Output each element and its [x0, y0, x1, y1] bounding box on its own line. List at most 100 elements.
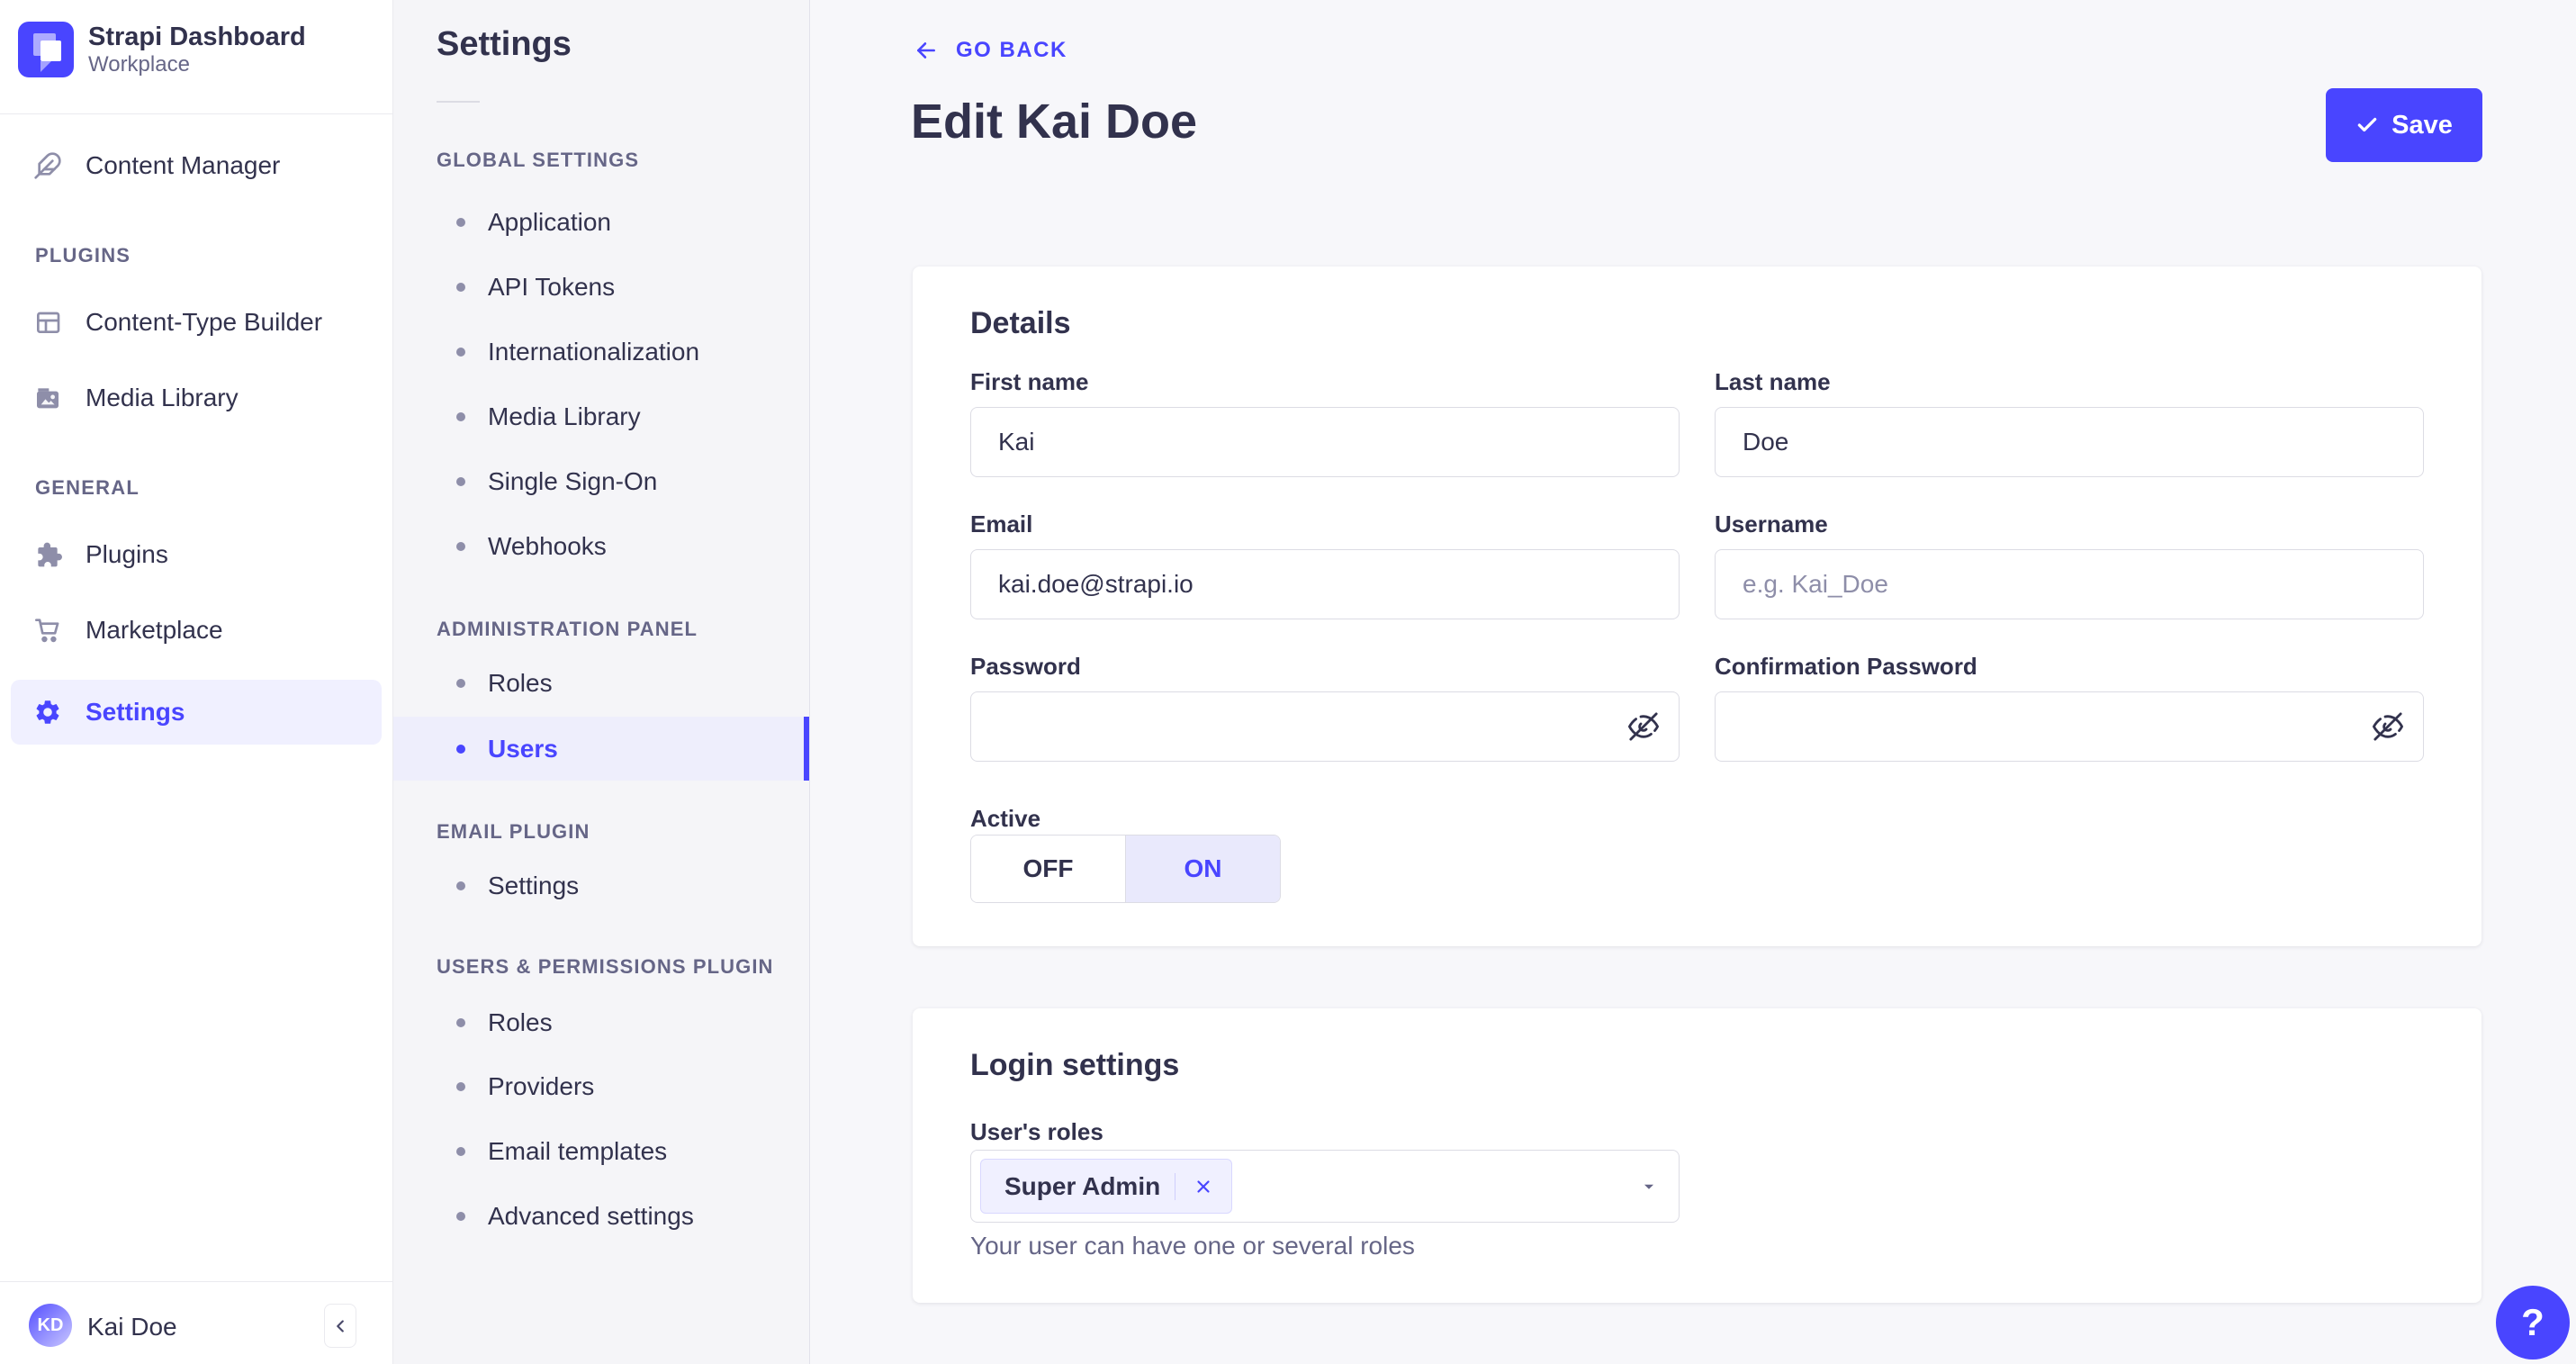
help-button[interactable]: ?	[2496, 1286, 2570, 1359]
bullet-icon	[456, 1018, 465, 1027]
eye-off-icon	[2373, 712, 2403, 741]
subnav-item-admin-users[interactable]: Users	[393, 717, 809, 781]
subnav-section-email-plugin: EMAIL PLUGIN	[437, 820, 590, 843]
subnav-item-providers[interactable]: Providers	[393, 1061, 809, 1112]
subnav-item-advanced-settings[interactable]: Advanced settings	[393, 1191, 809, 1242]
last-name-label: Last name	[1715, 368, 1831, 395]
check-icon	[2357, 117, 2377, 132]
arrow-left-icon	[917, 42, 935, 59]
sidebar-item-label: Content Manager	[86, 151, 281, 179]
role-tag-super-admin: Super Admin	[980, 1159, 1233, 1214]
subnav-section-global-settings: GLOBAL SETTINGS	[437, 149, 640, 171]
user-roles-label: User's roles	[970, 1118, 1103, 1145]
sidebar-item-content-type-builder[interactable]: Content-Type Builder	[11, 294, 382, 351]
cart-icon	[35, 619, 59, 643]
toggle-password-visibility-button[interactable]	[1624, 707, 1663, 746]
bullet-icon	[456, 1082, 465, 1091]
app-title: Strapi Dashboard	[88, 23, 306, 51]
workspace-name: Workplace	[88, 52, 190, 77]
save-label: Save	[2391, 110, 2453, 140]
user-name: Kai Doe	[87, 1313, 177, 1341]
page-title: Edit Kai Doe	[911, 95, 1198, 149]
sidebar-item-media-library[interactable]: Media Library	[11, 369, 382, 427]
sidebar-section-plugins: PLUGINS	[35, 244, 131, 266]
avatar[interactable]: KD	[29, 1304, 72, 1347]
sidebar-item-label: Media Library	[86, 384, 239, 411]
first-name-label: First name	[970, 368, 1089, 395]
subnav-item-api-tokens[interactable]: API Tokens	[393, 262, 809, 312]
toggle-confirmation-visibility-button[interactable]	[2368, 707, 2408, 746]
strapi-logo-icon	[18, 22, 74, 77]
details-card: Details First name Last name Email Usern…	[913, 266, 2481, 946]
divider	[0, 1281, 392, 1282]
user-roles-hint: Your user can have one or several roles	[970, 1232, 1415, 1260]
login-settings-heading: Login settings	[970, 1048, 1180, 1082]
subnav-title: Settings	[437, 25, 572, 63]
sidebar-item-label: Content-Type Builder	[86, 308, 323, 336]
divider	[437, 101, 480, 103]
bullet-icon	[456, 1147, 465, 1156]
bullet-icon	[456, 477, 465, 486]
subnav-section-administration-panel: ADMINISTRATION PANEL	[437, 618, 698, 640]
bullet-icon	[456, 881, 465, 890]
sidebar-item-settings[interactable]: Settings	[11, 680, 382, 745]
question-mark-label: ?	[2521, 1301, 2544, 1343]
confirmation-password-input[interactable]	[1715, 691, 2424, 762]
feather-icon	[34, 152, 61, 179]
subnav-item-email-templates[interactable]: Email templates	[393, 1126, 809, 1177]
bullet-icon	[456, 679, 465, 688]
subnav-item-internationalization[interactable]: Internationalization	[393, 327, 809, 377]
bullet-icon	[456, 412, 465, 421]
password-label: Password	[970, 653, 1081, 680]
chevron-down-icon	[1644, 1184, 1654, 1189]
go-back-link[interactable]: GO BACK	[913, 38, 1067, 63]
bullet-icon	[456, 744, 465, 754]
remove-role-button[interactable]	[1190, 1173, 1217, 1200]
save-button[interactable]: Save	[2326, 88, 2482, 162]
username-label: Username	[1715, 510, 1828, 537]
sidebar-item-label: Plugins	[86, 540, 168, 568]
sidebar-item-plugins[interactable]: Plugins	[11, 526, 382, 583]
go-back-label: GO BACK	[956, 38, 1067, 62]
first-name-input[interactable]	[970, 407, 1680, 477]
main-content: GO BACK Edit Kai Doe Save Details First …	[810, 0, 2576, 1364]
sidebar-item-marketplace[interactable]: Marketplace	[11, 601, 382, 659]
subnav-item-single-sign-on[interactable]: Single Sign-On	[393, 456, 809, 507]
active-label: Active	[970, 805, 1041, 832]
bullet-icon	[456, 283, 465, 292]
active-toggle-on[interactable]: ON	[1126, 836, 1280, 902]
bullet-icon	[456, 542, 465, 551]
password-input[interactable]	[970, 691, 1680, 762]
subnav-item-application[interactable]: Application	[393, 197, 809, 248]
settings-subnav: Settings GLOBAL SETTINGS Application API…	[393, 0, 810, 1364]
active-toggle: OFF ON	[970, 835, 1281, 903]
picture-icon	[37, 388, 59, 409]
bullet-icon	[456, 348, 465, 357]
subnav-item-up-roles[interactable]: Roles	[393, 998, 809, 1048]
subnav-item-media-library[interactable]: Media Library	[393, 392, 809, 442]
workspace-switcher[interactable]: Strapi Dashboard Workplace	[18, 22, 306, 77]
layout-icon	[37, 312, 60, 333]
last-name-input[interactable]	[1715, 407, 2424, 477]
main-sidebar: Strapi Dashboard Workplace Content Manag…	[0, 0, 393, 1364]
subnav-item-email-settings[interactable]: Settings	[393, 861, 809, 911]
confirmation-password-label: Confirmation Password	[1715, 653, 1977, 680]
sidebar-section-general: GENERAL	[35, 476, 140, 499]
sidebar-item-label: Marketplace	[86, 616, 223, 644]
close-icon	[1197, 1179, 1210, 1193]
active-toggle-off[interactable]: OFF	[971, 836, 1126, 902]
bullet-icon	[456, 218, 465, 227]
workspace-text: Strapi Dashboard Workplace	[88, 22, 306, 77]
subnav-item-admin-roles[interactable]: Roles	[393, 658, 809, 709]
sidebar-item-label: Settings	[86, 698, 185, 726]
collapse-sidebar-button[interactable]	[324, 1304, 356, 1348]
username-input[interactable]	[1715, 549, 2424, 619]
sidebar-item-content-manager[interactable]: Content Manager	[11, 137, 382, 194]
chevron-left-icon	[337, 1319, 344, 1332]
email-input[interactable]	[970, 549, 1680, 619]
divider	[0, 113, 392, 114]
eye-off-icon	[1628, 712, 1659, 741]
user-roles-select[interactable]: Super Admin	[970, 1150, 1680, 1223]
bullet-icon	[456, 1212, 465, 1221]
subnav-item-webhooks[interactable]: Webhooks	[393, 521, 809, 572]
